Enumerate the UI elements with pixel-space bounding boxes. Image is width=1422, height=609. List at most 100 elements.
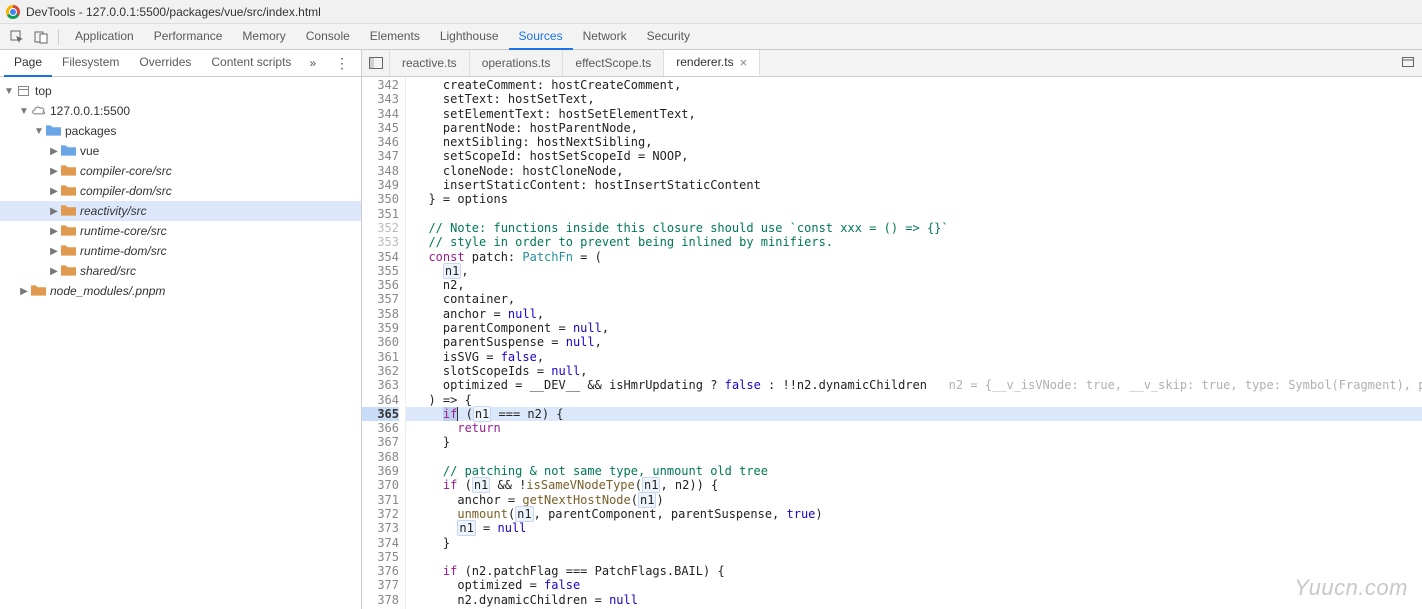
line-number[interactable]: 342: [362, 78, 399, 92]
tab-lighthouse[interactable]: Lighthouse: [430, 24, 509, 50]
line-number[interactable]: 350: [362, 192, 399, 206]
line-number[interactable]: 352: [362, 221, 399, 235]
tree-host[interactable]: ▼127.0.0.1:5500: [0, 101, 361, 121]
line-number[interactable]: 376: [362, 564, 399, 578]
navigator-tab-filesystem[interactable]: Filesystem: [52, 50, 129, 77]
code-line[interactable]: nextSibling: hostNextSibling,: [414, 135, 1422, 149]
navigator-tab-overrides[interactable]: Overrides: [129, 50, 201, 77]
code-line[interactable]: parentComponent = null,: [414, 321, 1422, 335]
line-number[interactable]: 346: [362, 135, 399, 149]
line-number[interactable]: 353: [362, 235, 399, 249]
line-number[interactable]: 370: [362, 478, 399, 492]
code-line[interactable]: n2.dynamicChildren = null: [414, 593, 1422, 607]
line-number[interactable]: 356: [362, 278, 399, 292]
navigator-menu-icon[interactable]: ⋮: [327, 51, 357, 76]
tab-application[interactable]: Application: [65, 24, 144, 50]
code-line[interactable]: setText: hostSetText,: [414, 92, 1422, 106]
code-line[interactable]: if (n2.patchFlag === PatchFlags.BAIL) {: [414, 564, 1422, 578]
navigator-tab-content-scripts[interactable]: Content scripts: [201, 50, 301, 77]
close-icon[interactable]: ×: [740, 55, 748, 70]
line-number[interactable]: 351: [362, 207, 399, 221]
line-number[interactable]: 374: [362, 536, 399, 550]
line-number[interactable]: 359: [362, 321, 399, 335]
line-number[interactable]: 369: [362, 464, 399, 478]
code-line[interactable]: [414, 450, 1422, 464]
code-line[interactable]: n2,: [414, 278, 1422, 292]
tree-item-shared-src[interactable]: ▶shared/src: [0, 261, 361, 281]
tree-item-reactivity-src[interactable]: ▶reactivity/src: [0, 201, 361, 221]
tab-sources[interactable]: Sources: [509, 24, 573, 50]
tree-item-vue[interactable]: ▶vue: [0, 141, 361, 161]
line-number[interactable]: 373: [362, 521, 399, 535]
line-number[interactable]: 363: [362, 378, 399, 392]
code-line[interactable]: }: [414, 435, 1422, 449]
code-line[interactable]: n1,: [414, 264, 1422, 278]
line-number[interactable]: 347: [362, 149, 399, 163]
code-line[interactable]: cloneNode: hostCloneNode,: [414, 164, 1422, 178]
tree-item-runtime-core-src[interactable]: ▶runtime-core/src: [0, 221, 361, 241]
code-line[interactable]: setScopeId: hostSetScopeId = NOOP,: [414, 149, 1422, 163]
code-line[interactable]: n1 = null: [414, 521, 1422, 535]
code-line[interactable]: optimized = __DEV__ && isHmrUpdating ? f…: [414, 378, 1422, 392]
line-number[interactable]: 371: [362, 493, 399, 507]
line-number[interactable]: 367: [362, 435, 399, 449]
code-line[interactable]: isSVG = false,: [414, 350, 1422, 364]
code-line[interactable]: // patching & not same type, unmount old…: [414, 464, 1422, 478]
line-number[interactable]: 349: [362, 178, 399, 192]
code-line[interactable]: anchor = getNextHostNode(n1): [414, 493, 1422, 507]
code-line[interactable]: unmount(n1, parentComponent, parentSuspe…: [414, 507, 1422, 521]
line-number[interactable]: 368: [362, 450, 399, 464]
tree-node-modules[interactable]: ▶node_modules/.pnpm: [0, 281, 361, 301]
code-line[interactable]: // Note: functions inside this closure s…: [414, 221, 1422, 235]
file-tab-renderer-ts[interactable]: renderer.ts×: [664, 50, 760, 76]
tab-performance[interactable]: Performance: [144, 24, 233, 50]
file-tab-operations-ts[interactable]: operations.ts: [470, 50, 564, 76]
navigator-tab-page[interactable]: Page: [4, 50, 52, 77]
tab-console[interactable]: Console: [296, 24, 360, 50]
tree-top[interactable]: ▼top: [0, 81, 361, 101]
line-number[interactable]: 364: [362, 393, 399, 407]
line-number[interactable]: 355: [362, 264, 399, 278]
line-number[interactable]: 357: [362, 292, 399, 306]
tree-item-compiler-dom-src[interactable]: ▶compiler-dom/src: [0, 181, 361, 201]
code-line[interactable]: parentSuspense = null,: [414, 335, 1422, 349]
code-line[interactable]: slotScopeIds = null,: [414, 364, 1422, 378]
line-number[interactable]: 362: [362, 364, 399, 378]
line-number[interactable]: 345: [362, 121, 399, 135]
code-line[interactable]: createComment: hostCreateComment,: [414, 78, 1422, 92]
line-number[interactable]: 361: [362, 350, 399, 364]
code-line[interactable]: optimized = false: [414, 578, 1422, 592]
line-number[interactable]: 372: [362, 507, 399, 521]
line-number[interactable]: 358: [362, 307, 399, 321]
code-line[interactable]: [414, 207, 1422, 221]
tab-memory[interactable]: Memory: [232, 24, 295, 50]
line-number[interactable]: 348: [362, 164, 399, 178]
toggle-navigator-icon[interactable]: [362, 50, 390, 76]
code-line[interactable]: return: [414, 421, 1422, 435]
more-tabs-icon[interactable]: »: [305, 52, 320, 74]
line-number[interactable]: 344: [362, 107, 399, 121]
code-line[interactable]: if (n1 === n2) {: [406, 407, 1422, 421]
tab-security[interactable]: Security: [637, 24, 700, 50]
code-line[interactable]: setElementText: hostSetElementText,: [414, 107, 1422, 121]
code-line[interactable]: parentNode: hostParentNode,: [414, 121, 1422, 135]
code-line[interactable]: ) => {: [414, 393, 1422, 407]
tree-item-runtime-dom-src[interactable]: ▶runtime-dom/src: [0, 241, 361, 261]
code-line[interactable]: if (n1 && !isSameVNodeType(n1, n2)) {: [414, 478, 1422, 492]
code-line[interactable]: container,: [414, 292, 1422, 306]
code-line[interactable]: } = options: [414, 192, 1422, 206]
tab-elements[interactable]: Elements: [360, 24, 430, 50]
file-tab-effectScope-ts[interactable]: effectScope.ts: [563, 50, 664, 76]
line-number[interactable]: 366: [362, 421, 399, 435]
code-line[interactable]: insertStaticContent: hostInsertStaticCon…: [414, 178, 1422, 192]
inspect-icon[interactable]: [6, 26, 28, 48]
line-number[interactable]: 354: [362, 250, 399, 264]
code-line[interactable]: [414, 550, 1422, 564]
code-line[interactable]: const patch: PatchFn = (: [414, 250, 1422, 264]
code-line[interactable]: // style in order to prevent being inlin…: [414, 235, 1422, 249]
line-number[interactable]: 360: [362, 335, 399, 349]
code-line[interactable]: }: [414, 536, 1422, 550]
tab-network[interactable]: Network: [573, 24, 637, 50]
line-number[interactable]: 377: [362, 578, 399, 592]
line-number[interactable]: 375: [362, 550, 399, 564]
